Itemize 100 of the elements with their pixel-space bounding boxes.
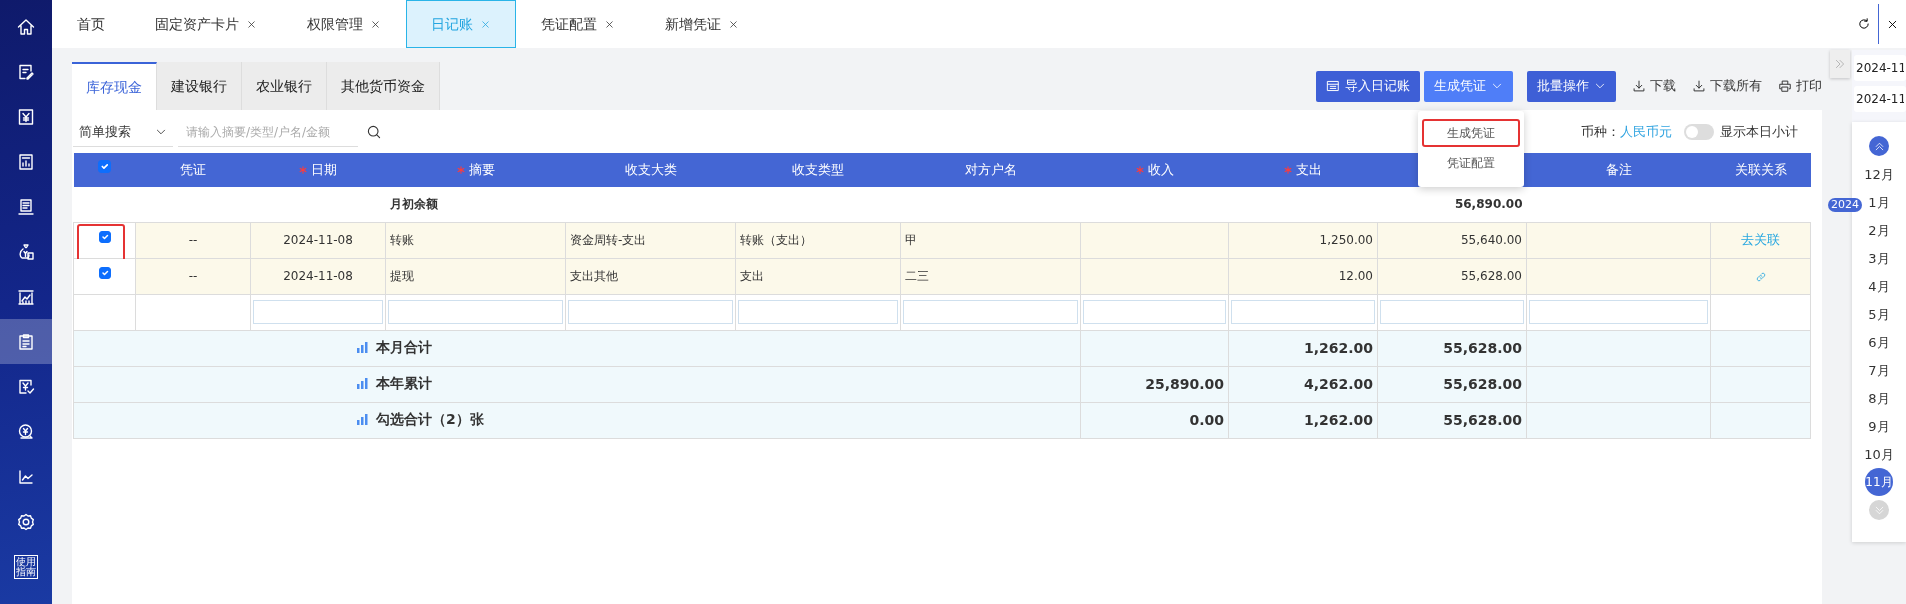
settings-icon xyxy=(16,511,36,532)
table-cell: 55,640.00 xyxy=(1460,233,1522,247)
month-item[interactable]: 5月 xyxy=(1866,302,1892,326)
table-cell: 二三 xyxy=(905,269,929,283)
row-checkbox[interactable] xyxy=(98,231,111,243)
sidebar-item[interactable]: 使用指南 xyxy=(0,544,52,589)
table-input[interactable] xyxy=(253,300,383,324)
yen-icon xyxy=(16,106,36,127)
menu-item[interactable]: 凭证配置 xyxy=(1422,148,1520,177)
import-button[interactable]: 导入日记账 xyxy=(1316,70,1420,102)
account-tab[interactable]: 农业银行 xyxy=(242,62,327,110)
table-cell: 支出其他 xyxy=(570,269,618,283)
close-icon xyxy=(246,18,257,30)
scroll-up-button[interactable] xyxy=(1869,136,1889,156)
money-bag-icon xyxy=(16,241,36,262)
total-value: 1,262.00 xyxy=(1303,411,1373,428)
column-header: 凭证 xyxy=(180,161,206,180)
dropdown-button[interactable]: 批量操作 xyxy=(1527,70,1616,102)
month-item[interactable]: 9月 xyxy=(1866,414,1892,438)
table-cell: 资金周转-支出 xyxy=(570,233,647,247)
total-value: 55,628.00 xyxy=(1443,411,1522,428)
guide-icon: 使用指南 xyxy=(14,554,38,579)
table-cell: 2024-11-08 xyxy=(283,269,353,283)
total-value: 1,262.00 xyxy=(1303,339,1373,356)
download-button[interactable]: 下载 xyxy=(1632,76,1676,96)
printer-icon xyxy=(1778,79,1792,93)
menu-item[interactable]: 生成凭证 xyxy=(1422,118,1520,147)
download-icon xyxy=(1632,79,1646,93)
table-cell: 甲 xyxy=(905,233,917,247)
table-cell: 转账 xyxy=(390,233,414,247)
month-item[interactable]: 2月 xyxy=(1866,218,1892,242)
required-icon xyxy=(299,166,307,175)
currency-label: 币种： xyxy=(1581,123,1620,142)
month-item[interactable]: 7月 xyxy=(1866,358,1892,382)
print-button[interactable]: 打印 xyxy=(1778,76,1822,96)
row-label: 本月合计 xyxy=(376,337,432,357)
table-cell: 1,250.00 xyxy=(1319,233,1373,247)
book-icon xyxy=(16,196,36,217)
total-value: 55,628.00 xyxy=(1443,339,1522,356)
download-icon xyxy=(1692,79,1706,93)
table-cell: 支出 xyxy=(740,269,764,283)
table-input[interactable] xyxy=(1083,300,1226,324)
sidebar-item[interactable] xyxy=(0,319,52,364)
total-value: 25,890.00 xyxy=(1145,375,1224,392)
coin-search-icon xyxy=(16,421,36,442)
table-input[interactable] xyxy=(568,300,733,324)
month-item[interactable]: 4月 xyxy=(1866,274,1892,298)
account-tab[interactable]: 其他货币资金 xyxy=(327,62,440,110)
search-button[interactable] xyxy=(366,124,382,140)
month-item[interactable]: 12月 xyxy=(1862,162,1896,186)
bar-chart-icon xyxy=(356,341,368,354)
table-input[interactable] xyxy=(738,300,898,324)
account-tab[interactable]: 库存现金 xyxy=(72,62,157,110)
table-cell: -- xyxy=(188,233,198,247)
month-item[interactable]: 11月 xyxy=(1865,468,1893,496)
select-all-checkbox[interactable] xyxy=(98,160,111,174)
table-input[interactable] xyxy=(1231,300,1375,324)
row-label: 勾选合计（2）张 xyxy=(376,409,484,429)
required-icon xyxy=(1284,166,1292,175)
column-header: 支出 xyxy=(1296,161,1322,180)
chevron-down-icon xyxy=(1873,504,1885,516)
column-header: 备注 xyxy=(1605,161,1632,180)
year-badge: 2024 xyxy=(1828,198,1862,212)
home-icon xyxy=(16,16,36,37)
account-tab[interactable]: 建设银行 xyxy=(157,62,242,110)
download-button[interactable]: 下载所有 xyxy=(1692,76,1762,96)
table-cell: 提现 xyxy=(390,269,414,283)
report-icon xyxy=(16,151,36,172)
month-item[interactable]: 8月 xyxy=(1866,386,1892,410)
month-item[interactable]: 3月 xyxy=(1866,246,1892,270)
month-item[interactable]: 10月 xyxy=(1862,442,1896,466)
table-input[interactable] xyxy=(903,300,1078,324)
month-item[interactable]: 1月 xyxy=(1866,190,1892,214)
month-item[interactable]: 6月 xyxy=(1866,330,1892,354)
row-label: 月初余额 xyxy=(389,197,438,212)
table-input[interactable] xyxy=(1529,300,1708,324)
total-value: 55,628.00 xyxy=(1443,375,1522,392)
table-cell: -- xyxy=(188,269,198,283)
dropdown-button[interactable]: 生成凭证 xyxy=(1424,70,1513,102)
table-cell: 12.00 xyxy=(1338,269,1373,283)
column-header: 收支大类 xyxy=(624,161,677,180)
bar-chart-icon xyxy=(356,413,368,426)
column-header: 收支类型 xyxy=(792,161,844,180)
required-icon xyxy=(1135,166,1144,175)
total-value: 0.00 xyxy=(1189,411,1224,428)
double-chevron-icon xyxy=(1834,58,1846,70)
column-header: 关联关系 xyxy=(1734,161,1787,180)
table-cell: 55,628.00 xyxy=(1460,269,1522,283)
balance-value: 56,890.00 xyxy=(1454,197,1523,212)
search-icon xyxy=(366,124,382,140)
toggle-switch[interactable] xyxy=(1684,124,1714,140)
row-checkbox[interactable] xyxy=(98,267,111,279)
close-icon xyxy=(604,18,615,30)
column-header: 对方户名 xyxy=(964,161,1017,180)
clipboard-icon xyxy=(16,331,36,352)
table-input[interactable] xyxy=(388,300,563,324)
toggle-label: 显示本日小计 xyxy=(1720,123,1798,142)
table-cell: 转账（支出） xyxy=(740,233,812,247)
table-input[interactable] xyxy=(1380,300,1524,324)
close-icon xyxy=(370,18,381,30)
